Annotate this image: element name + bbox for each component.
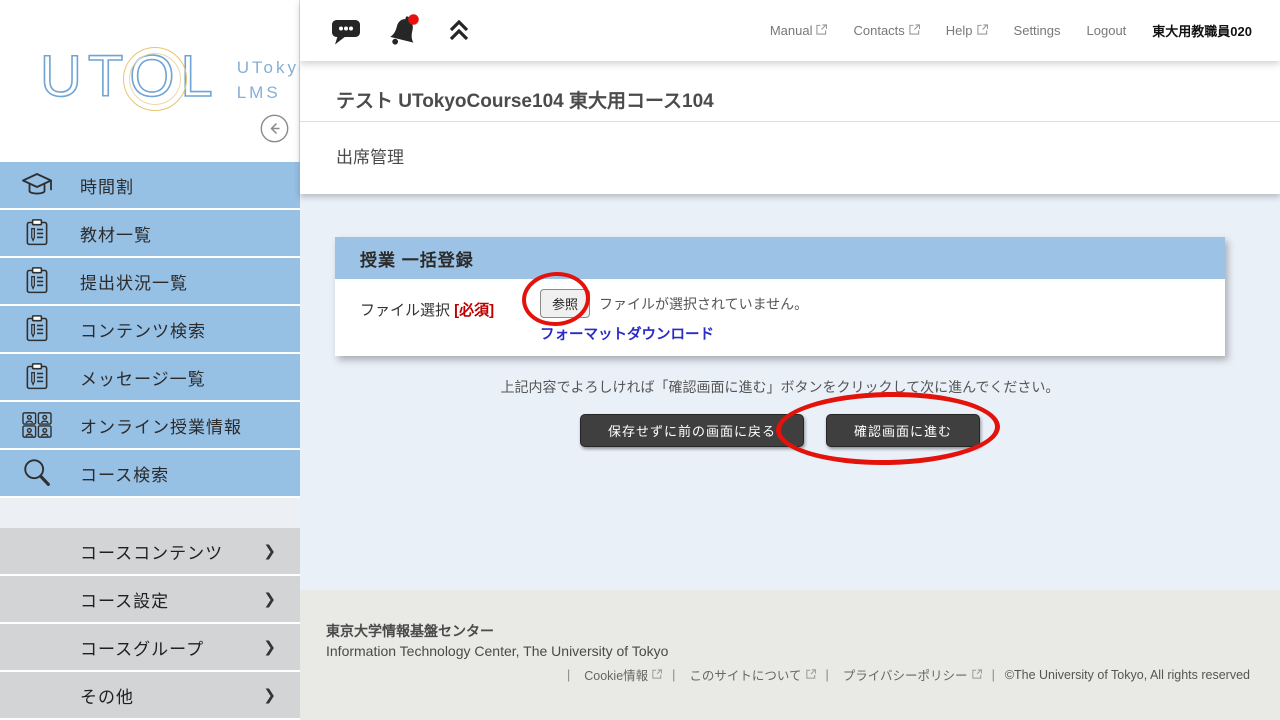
sidebar-item-label: 提出状況一覧 [80,269,188,294]
browse-button[interactable]: 参照 [540,289,590,318]
course-title: テスト UTokyoCourse104 東大用コース104 [336,86,714,113]
proceed-to-confirmation-button[interactable]: 確認画面に進む [826,414,980,447]
format-download-link[interactable]: フォーマットダウンロード [540,323,714,344]
manual-link[interactable]: Manual [770,23,828,38]
chevron-right-icon: ❯ [263,590,276,608]
required-badge: [必須] [454,302,494,319]
sidebar-item-label: コース設定 [80,587,169,612]
logo-letter: U [40,48,88,106]
sidebar-item-course-settings[interactable]: コース設定 ❯ [0,576,300,624]
sidebar-item-label: コースコンテンツ [80,539,223,564]
sidebar-item-course-contents[interactable]: コースコンテンツ ❯ [0,528,300,576]
double-chevron-up-icon [446,17,472,47]
clipboard-icon [19,314,55,344]
main-content: 授業 一括登録 ファイル選択 [必須] 参照 ファイルが選択されていません。 フ… [300,194,1280,590]
topbar: Manual Contacts Help Se [300,0,1280,61]
sidebar-item-label: コンテンツ検索 [80,317,206,342]
contacts-link[interactable]: Contacts [853,23,919,38]
file-select-row: ファイル選択 [必須] 参照 ファイルが選択されていません。 フォーマットダウン… [360,289,1200,344]
sidebar-item-messages[interactable]: メッセージ一覧 [0,354,300,402]
external-link-icon [972,668,982,682]
speech-bubble-icon [330,16,362,49]
chevron-right-icon: ❯ [263,542,276,560]
bulk-register-panel: 授業 一括登録 ファイル選択 [必須] 参照 ファイルが選択されていません。 フ… [335,237,1225,356]
logo-letter: T [88,48,129,106]
copyright-text: ©The University of Tokyo, All rights res… [982,668,1250,682]
clipboard-icon [19,362,55,392]
footer-links: Cookie情報 このサイトについて プライバシーポリシー [557,665,1250,684]
help-link[interactable]: Help [946,23,988,38]
sidebar-item-others[interactable]: その他 ❯ [0,672,300,720]
chevron-right-icon: ❯ [263,638,276,656]
user-name: 東大用教職員020 [1152,21,1252,40]
messages-button[interactable] [330,16,362,49]
logo-letter: L [180,48,218,106]
external-link-icon [909,23,920,38]
settings-link[interactable]: Settings [1014,23,1061,38]
clipboard-icon [19,218,55,248]
utol-logo-letters: U T O L [40,48,219,106]
logo-letter-o-with-rings: O [129,48,180,106]
sidebar-item-label: コースグループ [80,635,204,660]
logo-area: U T O L UTokyo LMS [0,0,300,162]
notifications-button[interactable] [386,12,422,52]
cookie-info-link[interactable]: Cookie情報 [557,665,662,684]
chevron-right-icon: ❯ [263,686,276,704]
sidebar-item-label: 教材一覧 [80,221,152,246]
about-site-link[interactable]: このサイトについて [662,665,815,684]
sidebar: U T O L UTokyo LMS [0,0,300,720]
topbar-icon-group [330,12,472,52]
topbar-links: Manual Contacts Help Se [770,0,1252,61]
external-link-icon [977,23,988,38]
sidebar-item-materials[interactable]: 教材一覧 [0,210,300,258]
panel-header: 授業 一括登録 [335,237,1225,279]
action-button-row: 保存せずに前の画面に戻る 確認画面に進む [335,414,1225,447]
back-without-saving-button[interactable]: 保存せずに前の画面に戻る [580,414,804,447]
sidebar-item-label: その他 [80,683,134,708]
footer-org-name-en: Information Technology Center, The Unive… [326,643,668,659]
external-link-icon [652,668,662,682]
magnifier-icon [19,457,55,489]
external-link-icon [806,668,816,682]
sidebar-collapse-button[interactable] [260,114,289,143]
file-select-label: ファイル選択 [必須] [360,299,530,320]
sidebar-item-timetable[interactable]: 時間割 [0,162,300,210]
sidebar-item-label: メッセージ一覧 [80,365,206,390]
sidebar-item-label: コース検索 [80,461,169,486]
back-arrow-circle-icon [260,131,289,146]
page-title-attendance: 出席管理 [336,143,404,168]
sidebar-item-label: オンライン授業情報 [80,413,242,438]
clipboard-icon [19,266,55,296]
sidebar-item-label: 時間割 [80,173,134,198]
sidebar-item-content-search[interactable]: コンテンツ検索 [0,306,300,354]
sidebar-main-menu: 時間割 教材一覧 提出状況一覧 [0,162,300,498]
external-link-icon [816,23,827,38]
divider [300,121,1280,122]
graduation-cap-icon [19,170,55,200]
privacy-policy-link[interactable]: プライバシーポリシー [816,665,982,684]
utol-logo: U T O L UTokyo LMS [40,48,311,106]
footer-org-name-ja: 東京大学情報基盤センター [326,621,494,641]
collapse-topbar-button[interactable] [446,17,472,47]
sidebar-item-course-group[interactable]: コースグループ ❯ [0,624,300,672]
video-grid-icon [19,411,55,439]
sidebar-course-menu: コースコンテンツ ❯ コース設定 ❯ コースグループ ❯ その他 ❯ [0,528,300,720]
sidebar-item-submission-status[interactable]: 提出状況一覧 [0,258,300,306]
sidebar-item-online-class-info[interactable]: オンライン授業情報 [0,402,300,450]
logout-link[interactable]: Logout [1087,23,1127,38]
footer: 東京大学情報基盤センター Information Technology Cent… [300,590,1280,720]
no-file-selected-text: ファイルが選択されていません。 [599,294,808,314]
bell-icon [386,12,422,52]
title-bar: テスト UTokyoCourse104 東大用コース104 出席管理 [300,61,1280,194]
sidebar-item-course-search[interactable]: コース検索 [0,450,300,498]
panel-body: ファイル選択 [必須] 参照 ファイルが選択されていません。 フォーマットダウン… [335,279,1225,356]
instruction-text: 上記内容でよろしければ「確認画面に進む」ボタンをクリックして次に進んでください。 [335,377,1225,397]
file-input-control: 参照 ファイルが選択されていません。 フォーマットダウンロード [540,289,808,344]
